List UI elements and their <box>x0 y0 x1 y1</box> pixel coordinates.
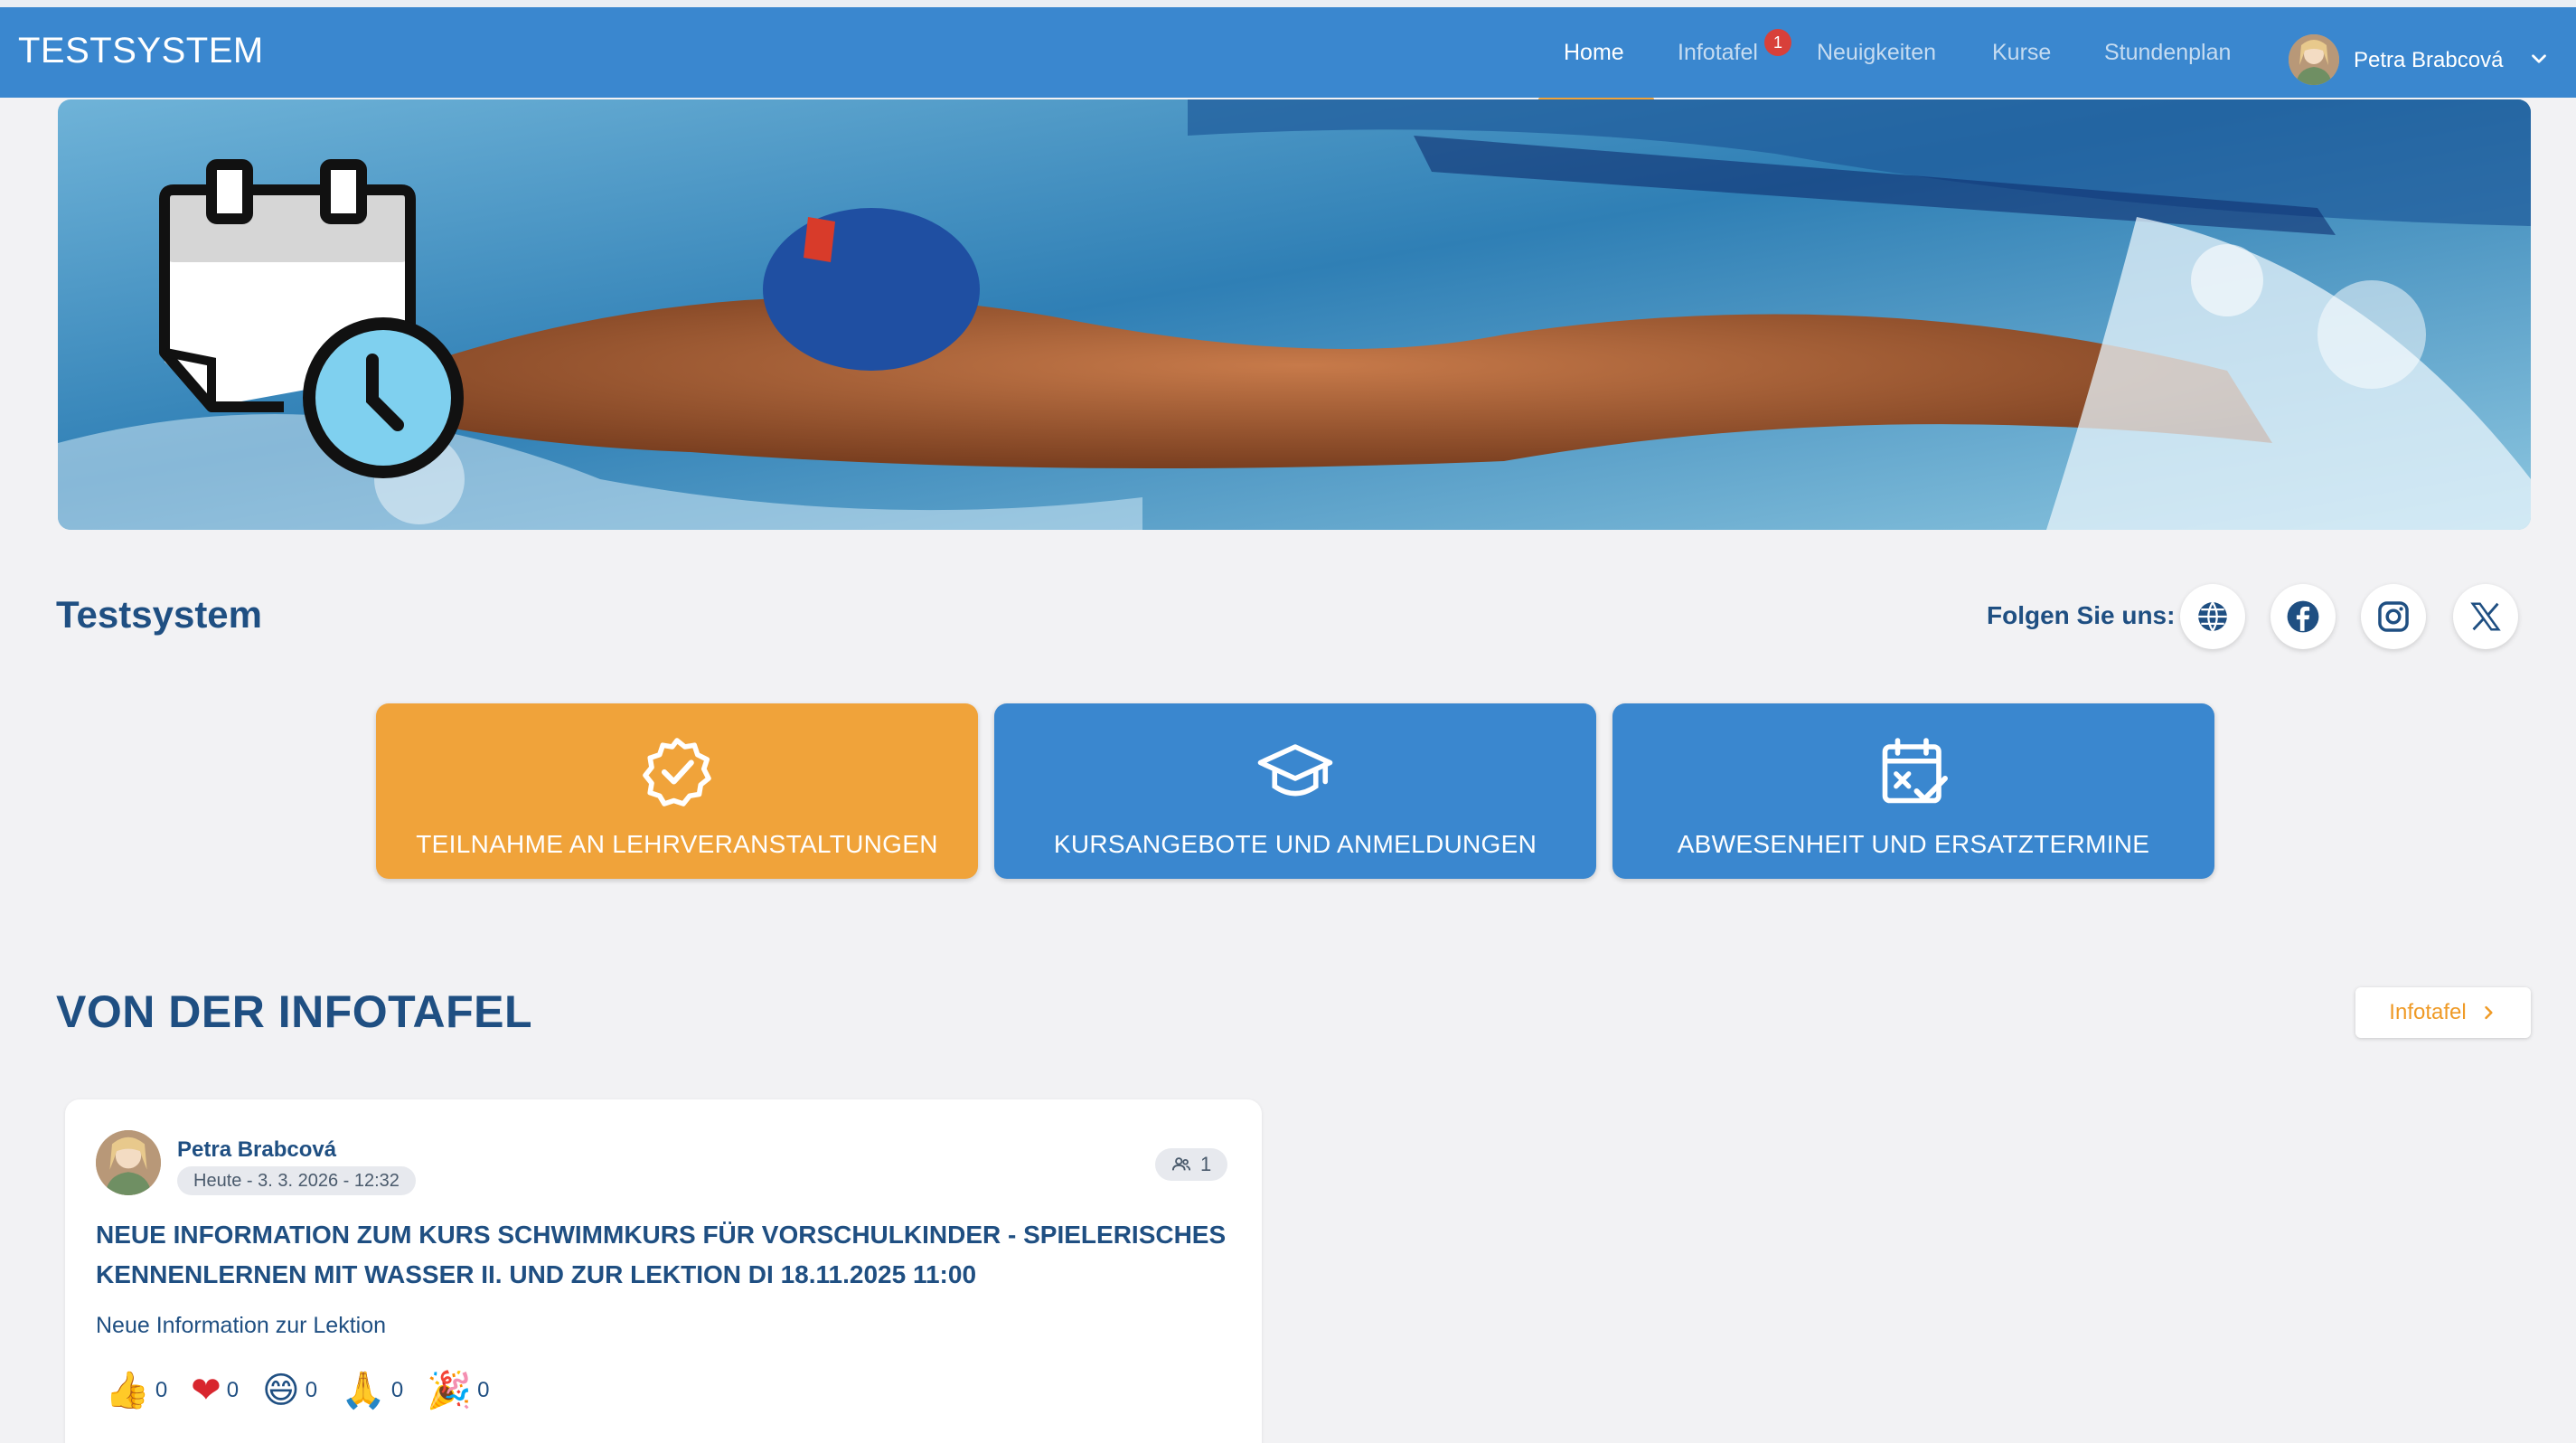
facebook-icon[interactable] <box>2270 584 2336 649</box>
calendar-clock-icon <box>159 159 464 478</box>
infotafel-post-card[interactable]: Petra Brabcová Heute - 3. 3. 2026 - 12:3… <box>65 1099 1262 1443</box>
notification-badge: 1 <box>1764 29 1791 56</box>
chevron-right-icon <box>2484 1005 2493 1020</box>
graduation-cap-icon <box>1257 744 1333 797</box>
reaction-count: 0 <box>155 1378 168 1402</box>
post-title-line: KENNENLERNEN MIT WASSER II. UND ZUR LEKT… <box>96 1260 977 1288</box>
organization-title: Testsystem <box>56 593 263 636</box>
thumbs-up-icon: 👍 <box>105 1370 150 1411</box>
author-avatar <box>96 1130 161 1195</box>
post-body: Neue Information zur Lektion <box>96 1313 387 1338</box>
reaction-count: 0 <box>477 1378 490 1402</box>
post-author: Petra Brabcová <box>177 1137 337 1162</box>
praying-hands-icon: 🙏 <box>341 1370 386 1411</box>
tile-label: TEILNAHME AN LEHRVERANSTALTUNGEN <box>416 830 938 858</box>
post-title[interactable]: NEUE INFORMATION ZUM KURS SCHWIMMKURS FÜ… <box>96 1215 1244 1295</box>
reaction-thumbs-up[interactable]: 👍 0 <box>105 1369 167 1412</box>
section-title: VON DER INFOTAFEL <box>56 986 533 1037</box>
heart-icon: ❤ <box>191 1370 221 1411</box>
reaction-pray[interactable]: 🙏 0 <box>341 1369 403 1412</box>
tile-label: KURSANGEBOTE UND ANMELDUNGEN <box>1053 830 1537 858</box>
post-date-badge: Heute - 3. 3. 2026 - 12:32 <box>177 1166 416 1195</box>
tile-kursangebote[interactable]: KURSANGEBOTE UND ANMELDUNGEN <box>994 703 1596 879</box>
follow-us-label: Folgen Sie uns: <box>1987 601 2176 629</box>
nav-kurse[interactable]: Kurse <box>1992 40 2051 66</box>
infotafel-link-button[interactable]: Infotafel <box>2355 987 2531 1038</box>
reaction-count: 0 <box>305 1378 318 1402</box>
reaction-heart[interactable]: ❤ 0 <box>191 1369 239 1412</box>
reaction-party[interactable]: 🎉 0 <box>427 1369 489 1412</box>
reaction-count: 0 <box>390 1378 404 1402</box>
globe-icon[interactable] <box>2180 584 2245 649</box>
brand-logo-text[interactable]: TESTSYSTEM <box>18 31 264 71</box>
chevron-down-icon[interactable] <box>2527 47 2551 71</box>
user-name[interactable]: Petra Brabcová <box>2354 48 2503 73</box>
user-avatar[interactable] <box>2289 34 2339 85</box>
nav-neuigkeiten[interactable]: Neuigkeiten <box>1817 40 1936 66</box>
tile-teilnahme[interactable]: TEILNAHME AN LEHRVERANSTALTUNGEN <box>376 703 978 879</box>
tile-abwesenheit[interactable]: ABWESENHEIT UND ERSATZTERMINE <box>1612 703 2214 879</box>
calendar-check-icon <box>1882 738 1948 804</box>
reaction-laugh[interactable]: 😄 0 <box>262 1369 317 1412</box>
nav-infotafel[interactable]: Infotafel <box>1678 40 1758 66</box>
recipients-badge[interactable]: 1 <box>1155 1148 1228 1181</box>
reactions-bar: 👍 0 ❤ 0 😄 0 🙏 0 🎉 0 <box>105 1369 489 1412</box>
verified-badge-icon <box>643 738 711 806</box>
nav-home[interactable]: Home <box>1564 40 1624 66</box>
instagram-icon[interactable] <box>2361 584 2426 649</box>
top-navigation-bar: TESTSYSTEM Home Infotafel 1 Neuigkeiten … <box>0 0 2576 102</box>
nav-stundenplan[interactable]: Stundenplan <box>2104 40 2231 66</box>
party-popper-icon: 🎉 <box>427 1370 473 1411</box>
recipients-count: 1 <box>1200 1153 1212 1175</box>
tile-label: ABWESENHEIT UND ERSATZTERMINE <box>1677 830 2150 858</box>
post-title-line: NEUE INFORMATION ZUM KURS SCHWIMMKURS FÜ… <box>96 1221 1227 1249</box>
users-icon <box>1171 1157 1191 1171</box>
x-icon[interactable] <box>2453 584 2518 649</box>
laughing-face-icon: 😄 <box>262 1370 300 1411</box>
infotafel-button-label: Infotafel <box>2389 1000 2467 1024</box>
reaction-count: 0 <box>226 1378 240 1402</box>
